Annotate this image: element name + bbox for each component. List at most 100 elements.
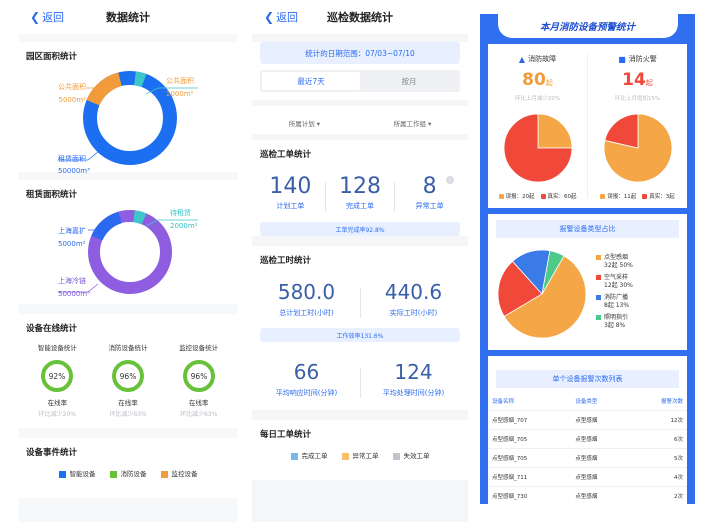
type-share-title: 报警设备类型占比 (496, 220, 679, 238)
stat-number: 140 (269, 174, 312, 199)
inspection-statistics-screen: ❮ 返回 巡检数据统计 统计的日期范围：07/03~07/10 最近7天 按月 所… (252, 0, 468, 522)
count-number: 14 (622, 70, 646, 90)
back-button[interactable]: ❮ 返回 (264, 9, 298, 25)
lease-stats-card: 租赁面积统计 上海嘉扩 5000m² 待租赁 2000m² 上海冷链 50000… (18, 180, 238, 304)
count-number: 80 (522, 70, 546, 90)
gauge-rate-label: 在线率 (47, 399, 68, 407)
plan-filter-dropdown[interactable]: 所属计划 ▾ (289, 118, 320, 128)
stat-caption: 计划工单 (276, 202, 305, 210)
table-row[interactable]: 点型感烟_705 点型感烟 6次 (488, 429, 687, 449)
legend-item[interactable]: 智能设备 (58, 468, 96, 478)
stat-planned-hours: 580.0 总计划工时(小时) (259, 280, 355, 318)
fire-compare: 环比上月增加15% (614, 96, 661, 102)
work-hours-card: 巡检工时统计 580.0 总计划工时(小时) 440.6 实际工时(小时) 工作… (252, 246, 468, 410)
type-share-pie-chart (497, 249, 587, 339)
rent-area-label: 租赁面积 50000m³ (58, 154, 90, 175)
value-text: 50000m³ (58, 290, 90, 298)
legend-detail: 32起 50% (604, 261, 633, 269)
legend-item[interactable]: 监控设备 (160, 468, 198, 478)
legend-swatch (498, 194, 504, 199)
section-title: 设备在线统计 (26, 324, 78, 334)
legend-swatch (600, 194, 606, 199)
count-unit: 起 (645, 79, 653, 87)
date-range-banner: 统计的日期范围：07/03~07/10 (260, 42, 460, 64)
column-header: 设备类型 (575, 399, 598, 405)
fire-pie-legend: 误报：11起 真实：3起 (600, 192, 675, 208)
alarm-summary-card: ▲ 消防故障 80起 环比上月减少20% 误报：20起 真实：60起 ■ 消防火… (488, 44, 687, 208)
table-row[interactable]: 点型感烟_707 点型感烟 12次 (488, 410, 687, 430)
legend-item[interactable]: 异常工单 (341, 450, 379, 460)
data-statistics-screen: ❮ 返回 数据统计 园区面积统计 公共面积 5000m² 公共面积 2000m²… (18, 0, 238, 522)
tab-by-month[interactable]: 按月 (360, 72, 458, 90)
value-text: 2000m² (166, 90, 194, 98)
work-order-card: 巡检工单统计 140 计划工单 128 完成工单 8 异常工单 i 工单完成率9… (252, 140, 468, 236)
legend-item[interactable]: 完成工单 (290, 450, 328, 460)
table-cell: 点型感烟_711 (488, 467, 572, 487)
info-icon[interactable]: i (445, 176, 454, 184)
legend-label: 照明指引 (604, 314, 629, 321)
legend-label: 监控设备 (171, 470, 198, 478)
column-header: 报警次数 (660, 399, 683, 405)
table-cell: 点型感烟_705 (488, 429, 572, 449)
workgroup-filter-dropdown[interactable]: 所属工作组 ▾ (393, 118, 431, 128)
gauge-value: 96% (190, 372, 207, 381)
period-tabs: 最近7天 按月 (260, 70, 460, 92)
legend-item: 照明指引 3起 8% (596, 314, 633, 329)
gauge-value: 92% (49, 372, 66, 381)
legend-item[interactable]: 消防设备 (109, 468, 147, 478)
table-cell: 点型感烟_707 (488, 410, 572, 430)
tab-last-7-days[interactable]: 最近7天 (262, 72, 360, 90)
value-text: 5000m² (58, 96, 86, 104)
fault-header: ▲ 消防故障 (519, 54, 556, 64)
section-title: 巡检工时统计 (260, 256, 312, 266)
type-share-body: 点型感烟 32起 50% 空气采样 12起 30% 消防广播 8起 13% 照明指引 3… (488, 232, 687, 342)
legend-label: 消防广播 (604, 294, 629, 301)
count-unit: 起 (545, 79, 553, 87)
table-row[interactable]: 点型感烟_705 点型感烟 5次 (488, 448, 687, 468)
divider (359, 368, 361, 398)
table-cell: 5次 (629, 448, 687, 468)
stat-actual-hours: 440.6 实际工时(小时) (366, 280, 462, 318)
table-row[interactable]: 点型感烟_730 点型感烟 2次 (488, 486, 687, 504)
legend-swatch (341, 452, 349, 460)
gauge-name: 消防设备统计 (108, 344, 148, 352)
legend-label: 消防设备 (120, 470, 147, 478)
fire-title: 消防火警 (628, 55, 657, 63)
back-button[interactable]: ❮ 返回 (30, 9, 64, 25)
fire-alarm-icon: ■ (618, 54, 626, 64)
gauge-rate-label: 在线率 (188, 399, 209, 407)
pie-slice-误报 (537, 113, 572, 149)
legend-item[interactable]: 失效工单 (392, 450, 430, 460)
legend-detail: 3起 8% (604, 321, 626, 329)
page-title: 巡检数据统计 (327, 11, 393, 24)
caret-down-icon: ▾ (428, 120, 432, 128)
gauge-row: 智能设备统计 92% 在线率 环比减少20% 消防设备统计 96% 在线率 环比… (18, 334, 238, 424)
stat-caption: 总计划工时(小时) (279, 309, 334, 317)
stat-response-time: 66 平均响应时间(分钟) (259, 360, 355, 398)
label-text: 公共面积 (166, 77, 194, 85)
value-text: 2000m² (170, 222, 198, 230)
fire-warning-screen: 本月消防设备预警统计 ▲ 消防故障 80起 环比上月减少20% 误报：20起 真… (480, 14, 695, 504)
gauge-ring: 96% (111, 360, 144, 392)
stat-number: 124 (394, 360, 433, 384)
legend-label: 空气采样 (604, 274, 629, 281)
table-cell: 点型感烟_730 (488, 486, 572, 504)
type-share-card: 报警设备类型占比 点型感烟 32起 50% 空气采样 12起 30% 消防广播 8起 … (488, 214, 687, 350)
type-share-legend: 点型感烟 32起 50% 空气采样 12起 30% 消防广播 8起 13% 照明指引 3… (596, 254, 633, 334)
work-order-stats: 140 计划工单 128 完成工单 8 异常工单 i (252, 160, 468, 216)
stat-number: 128 (338, 174, 381, 199)
table-row[interactable]: 点型感烟_711 点型感烟 4次 (488, 467, 687, 487)
legend-label: 失效工单 (403, 452, 430, 460)
section-title: 园区面积统计 (26, 52, 78, 62)
gauge-name: 监控设备统计 (179, 344, 219, 352)
gauge-ring: 96% (182, 360, 215, 392)
legend-swatch (290, 452, 298, 460)
label-text: 待租赁 (170, 209, 191, 217)
legend-swatch (596, 295, 601, 300)
filter-label: 所属计划 (288, 120, 315, 128)
legend-label: 误报：20起 (505, 194, 535, 200)
section-title: 设备事件统计 (26, 448, 78, 458)
value-text: 5000m² (58, 240, 86, 248)
fire-pie-chart (603, 113, 672, 183)
legend-label: 点型感烟 (604, 254, 629, 261)
